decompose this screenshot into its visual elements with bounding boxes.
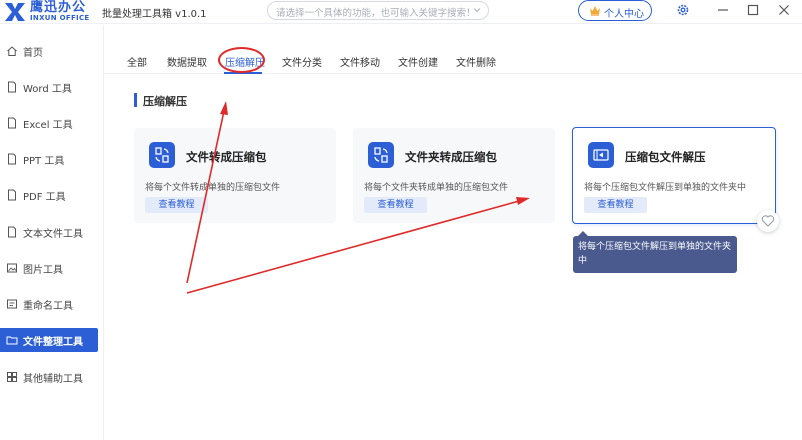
compress-icon: [368, 142, 394, 168]
card-title: 文件夹转成压缩包: [405, 150, 497, 164]
tool-card-folder-to-zip[interactable]: 文件夹转成压缩包 将每个文件夹转成单独的压缩包文件 查看教程: [353, 128, 555, 223]
sidebar-item-label: 图片工具: [23, 265, 63, 276]
tooltip: 将每个压缩包文件解压到单独的文件夹中: [573, 236, 737, 273]
sidebar-item-label: Excel 工具: [23, 120, 73, 131]
maximize-icon[interactable]: [746, 3, 760, 17]
search-placeholder: 请选择一个具体的功能，也可输入关键字搜索！: [276, 8, 476, 19]
title-bar: 鹰迅办公 INXUN OFFICE 批量处理工具箱 v1.0.1 请选择一个具体…: [0, 0, 802, 24]
user-center-label: 个人中心: [604, 9, 644, 20]
tab-file-create[interactable]: 文件创建: [398, 54, 438, 69]
document-icon: [8, 117, 16, 129]
sidebar-item-image[interactable]: 图片工具: [0, 256, 98, 280]
sidebar-item-text-file[interactable]: 文本文件工具: [0, 220, 98, 244]
heart-icon: [761, 215, 775, 227]
image-icon: [7, 263, 17, 273]
folder-icon: [6, 336, 18, 345]
compress-icon: [149, 142, 175, 168]
sidebar-item-other[interactable]: 其他辅助工具: [0, 365, 98, 389]
home-icon: [7, 46, 17, 56]
highlight-circle: [218, 47, 265, 73]
rename-icon: [7, 299, 17, 309]
document-icon: [8, 153, 16, 165]
logo-text: 鹰迅办公: [30, 0, 87, 15]
sidebar-item-label: PDF 工具: [23, 192, 66, 203]
sidebar-item-file-organize[interactable]: 文件整理工具: [0, 328, 98, 352]
sidebar-item-home[interactable]: 首页: [0, 39, 98, 63]
sidebar-item-label: 文本文件工具: [23, 229, 83, 240]
view-tutorial-button[interactable]: 查看教程: [145, 197, 208, 213]
app-logo: 鹰迅办公 INXUN OFFICE: [2, 1, 100, 23]
grid-icon: [7, 372, 17, 382]
favorite-button[interactable]: [757, 210, 779, 232]
search-input[interactable]: 请选择一个具体的功能，也可输入关键字搜索！: [267, 1, 489, 20]
sidebar-item-label: 重命名工具: [23, 301, 73, 312]
minimize-icon[interactable]: [716, 3, 730, 17]
sidebar-item-label: PPT 工具: [23, 156, 65, 167]
chevron-down-icon[interactable]: [472, 5, 482, 15]
card-description: 将每个压缩包文件解压到单独的文件夹中: [584, 183, 747, 193]
tab-data-extract[interactable]: 数据提取: [167, 54, 207, 69]
user-center-button[interactable]: 个人中心: [578, 0, 652, 21]
tab-bar: 全部 数据提取 压缩解压 文件分类 文件移动 文件创建 文件删除: [104, 48, 802, 74]
tab-all[interactable]: 全部: [127, 54, 147, 69]
logo-mark-icon: [5, 3, 25, 21]
document-icon: [8, 189, 16, 201]
sidebar-item-label: 首页: [23, 48, 43, 59]
tool-card-unzip[interactable]: 压缩包文件解压 将每个压缩包文件解压到单独的文件夹中 查看教程: [572, 127, 776, 224]
sidebar-item-word[interactable]: Word 工具: [0, 75, 98, 99]
tab-file-move[interactable]: 文件移动: [340, 54, 380, 69]
view-tutorial-button[interactable]: 查看教程: [584, 197, 647, 213]
sidebar-item-label: 其他辅助工具: [23, 374, 83, 385]
unzip-icon: [588, 142, 614, 168]
sidebar-item-excel[interactable]: Excel 工具: [0, 111, 98, 135]
view-tutorial-button[interactable]: 查看教程: [364, 197, 427, 213]
section-title: 压缩解压: [143, 95, 187, 108]
sidebar-item-label: Word 工具: [23, 84, 72, 95]
card-description: 将每个文件转成单独的压缩包文件: [145, 183, 281, 193]
close-icon[interactable]: [777, 3, 791, 17]
gear-icon[interactable]: [676, 3, 690, 17]
tool-card-file-to-zip[interactable]: 文件转成压缩包 将每个文件转成单独的压缩包文件 查看教程: [134, 128, 336, 223]
crown-icon: [590, 6, 600, 16]
section-accent: [134, 93, 137, 107]
sidebar-item-label: 文件整理工具: [23, 337, 83, 348]
document-icon: [8, 81, 16, 93]
sidebar-item-ppt[interactable]: PPT 工具: [0, 147, 98, 171]
sidebar-item-rename[interactable]: 重命名工具: [0, 292, 98, 316]
sidebar-item-pdf[interactable]: PDF 工具: [0, 183, 98, 207]
tab-file-delete[interactable]: 文件删除: [456, 54, 496, 69]
card-description: 将每个文件夹转成单独的压缩包文件: [364, 183, 509, 193]
logo-subtext: INXUN OFFICE: [30, 14, 90, 22]
card-title: 文件转成压缩包: [186, 150, 267, 164]
tab-file-classify[interactable]: 文件分类: [282, 54, 322, 69]
document-icon: [8, 226, 16, 238]
card-title: 压缩包文件解压: [625, 150, 706, 164]
app-title: 批量处理工具箱 v1.0.1: [102, 9, 207, 20]
sidebar: 首页 Word 工具 Excel 工具 PPT 工具 PDF 工具 文本文件工具…: [0, 25, 104, 440]
